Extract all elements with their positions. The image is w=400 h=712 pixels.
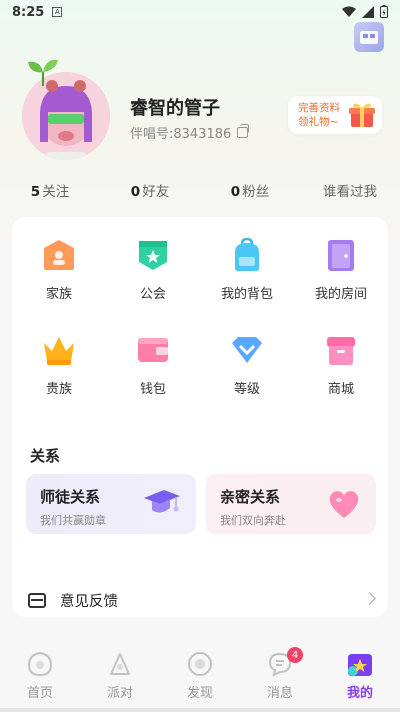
stat-following[interactable]: 5 关注 [0, 180, 100, 200]
battery-icon [380, 5, 388, 18]
user-id-row: 伴唱号:8343186 [130, 123, 250, 142]
room-icon [323, 237, 359, 273]
complete-profile-card[interactable]: 完善资料 领礼物~ [288, 96, 382, 134]
message-badge: 4 [287, 647, 303, 663]
intimate-relation-card[interactable]: 亲密关系 我们双向奔赴 [206, 474, 376, 534]
tab-home[interactable]: 首页 [0, 640, 80, 712]
tab-me[interactable]: 我的 [320, 640, 400, 712]
status-time: 8:25 [12, 4, 45, 20]
bottom-tab-bar: 首页 派对 发现 消息 4 我的 [0, 640, 400, 712]
backpack-icon [229, 237, 265, 273]
status-bar: 8:25 A [0, 0, 400, 24]
avatar[interactable] [22, 58, 114, 162]
home-icon [27, 651, 53, 677]
crown-icon [41, 332, 77, 368]
feature-level[interactable]: 等级 [200, 332, 294, 397]
family-icon [41, 237, 77, 273]
feedback-label: 意见反馈 [60, 593, 118, 610]
sprout-icon [28, 59, 58, 86]
mall-icon [323, 332, 359, 368]
copy-icon[interactable] [237, 124, 250, 138]
tab-messages[interactable]: 消息 4 [240, 640, 320, 712]
chevron-right-icon [363, 592, 376, 605]
feature-guild[interactable]: 公会 [106, 237, 200, 302]
wifi-icon [342, 6, 356, 17]
feature-wallet[interactable]: 钱包 [106, 332, 200, 397]
gift-line1: 完善资料 [298, 102, 340, 114]
stat-visitors[interactable]: 谁看过我 [300, 180, 400, 200]
user-id: 伴唱号:8343186 [130, 127, 232, 142]
tab-party[interactable]: 派对 [80, 640, 160, 712]
feature-family[interactable]: 家族 [12, 237, 106, 302]
main-card: 家族 公会 我的背包 我的房间 贵族 钱包 等级 商城 关系 师徒关系 我们共赢… [12, 217, 388, 617]
home-indicator [0, 708, 400, 712]
feedback-row[interactable]: 意见反馈 [12, 585, 388, 615]
level-icon [229, 332, 265, 368]
gift-box-icon [349, 103, 375, 127]
feature-backpack[interactable]: 我的背包 [200, 237, 294, 302]
graduation-cap-icon [144, 490, 180, 513]
notification-icon: A [52, 7, 63, 17]
stat-friends[interactable]: 0 好友 [100, 180, 200, 200]
signal-icon [362, 5, 374, 18]
relations-title: 关系 [30, 447, 61, 465]
dress-up-icon[interactable] [354, 22, 384, 52]
heart-icon [329, 491, 359, 518]
stat-fans[interactable]: 0 粉丝 [200, 180, 300, 200]
stats-row: 5 关注 0 好友 0 粉丝 谁看过我 [0, 180, 400, 200]
me-icon [348, 654, 372, 676]
feature-room[interactable]: 我的房间 [294, 237, 388, 302]
tab-discover[interactable]: 发现 [160, 640, 240, 712]
feature-grid: 家族 公会 我的背包 我的房间 贵族 钱包 等级 商城 [12, 237, 388, 397]
gift-line2: 领礼物~ [298, 116, 339, 128]
party-icon [110, 653, 130, 675]
username: 睿智的管子 [130, 98, 220, 119]
feedback-icon [28, 592, 46, 608]
discover-icon [188, 652, 212, 676]
feature-mall[interactable]: 商城 [294, 332, 388, 397]
wallet-icon [135, 332, 171, 368]
guild-icon [135, 237, 171, 273]
feature-noble[interactable]: 贵族 [12, 332, 106, 397]
status-icons [342, 5, 388, 18]
mentor-relation-card[interactable]: 师徒关系 我们共赢勋章 [26, 474, 196, 534]
